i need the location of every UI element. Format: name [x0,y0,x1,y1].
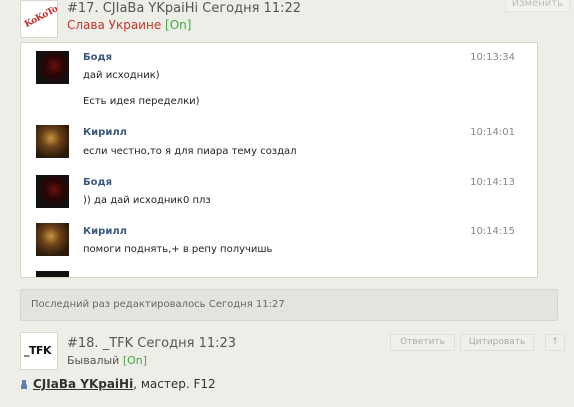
chat-text: )) да дай исходник0 плз [83,195,211,206]
post-text: , мастер. F12 [133,377,216,391]
chat-time: 10:14:15 [470,226,515,237]
edit-notice: Последний раз редактировалось Сегодня 11… [20,289,558,321]
chat-time: 10:14:01 [470,127,515,138]
online-badge: [On] [165,18,192,32]
chat-text: Есть идея переделки) [83,96,200,107]
scroll-top-button[interactable]: ↑ [545,334,565,351]
user-icon [19,379,29,389]
reply-button[interactable]: Ответить [390,334,455,351]
chat-text: помоги поднять,+ в репу получишь [83,244,273,255]
chat-avatar [36,125,69,158]
chat-avatar [36,223,69,256]
user-avatar[interactable]: _TFK [20,332,58,370]
post-body: CJIaBa YKpaiHi, мастер. F12 [19,377,216,391]
chat-author[interactable]: Бодя [83,52,112,63]
chat-author[interactable]: Кирилл [83,127,127,138]
mentioned-user-link[interactable]: CJIaBa YKpaiHi [33,377,133,391]
chat-avatar [36,175,69,208]
chat-avatar [36,271,69,277]
chat-time: 10:14:13 [470,177,515,188]
quote-button[interactable]: Цитировать [460,334,534,351]
user-avatar[interactable]: KoKoToc [20,0,58,38]
post-title: #17. CJIaBa YKpaiHi Сегодня 11:22 [67,1,302,16]
post-17-header: KoKoToc #17. CJIaBa YKpaiHi Сегодня 11:2… [0,0,574,40]
edit-button[interactable]: Изменить [504,0,570,12]
chat-author[interactable]: Кирилл [83,226,127,237]
online-badge: [On] [122,354,148,367]
status-text: Слава Украине [67,18,162,32]
chat-author[interactable]: Бодя [83,177,112,188]
chat-text: дай исходник) [83,70,160,81]
chat-text: если честно,то я для пиара тему создал [83,146,297,157]
user-rank: Бывалый [On] [67,354,147,367]
chat-time: 10:13:34 [470,52,515,63]
avatar-text: _TFK [24,344,52,357]
edit-notice-text: Последний раз редактировалось Сегодня 11… [31,299,285,310]
avatar-text: KoKoToc [23,1,58,31]
user-status: Слава Украине [On] [67,18,191,32]
chat-avatar [36,51,69,84]
post-title: #18. _TFK Сегодня 11:23 [67,336,237,351]
chat-log[interactable]: Бодя 10:13:34 дай исходник) Есть идея пе… [20,42,538,278]
rank-text: Бывалый [67,354,120,367]
